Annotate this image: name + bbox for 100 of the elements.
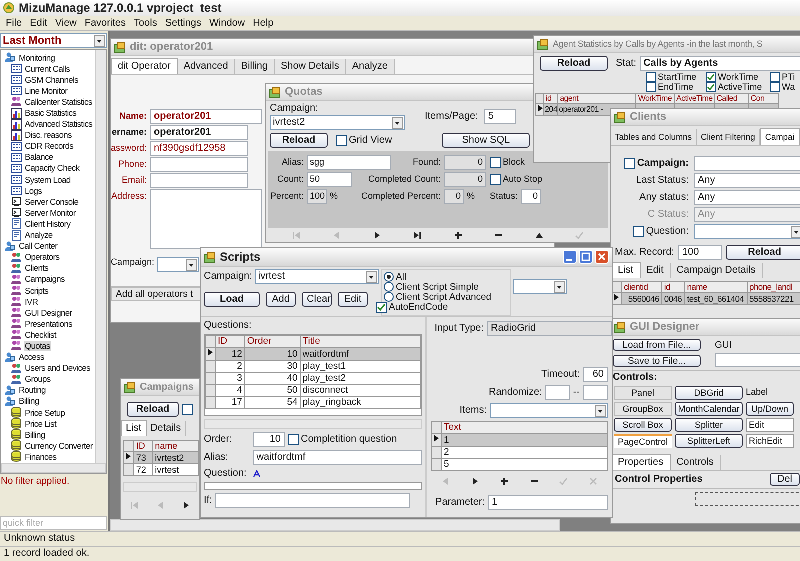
text-field[interactable]: 5: [484, 109, 516, 124]
close-icon[interactable]: [595, 250, 609, 264]
button[interactable]: Clear: [302, 292, 332, 307]
dropdown[interactable]: ivrtest2: [270, 115, 405, 130]
tree-item[interactable]: System Load: [24, 174, 72, 185]
column-header[interactable]: Called: [714, 94, 748, 104]
text-field[interactable]: 100: [307, 188, 327, 204]
button[interactable]: Reload: [127, 402, 179, 417]
text-field[interactable]: [150, 173, 248, 188]
tree-item[interactable]: Disc. reasons: [24, 130, 73, 140]
tree-item[interactable]: Advanced Statistics: [24, 119, 94, 130]
checkbox[interactable]: [770, 82, 780, 92]
tree-item[interactable]: Finances: [24, 452, 58, 462]
button[interactable]: Load from File...: [613, 339, 701, 351]
checkbox[interactable]: [646, 82, 656, 92]
palette-item[interactable]: Label: [746, 386, 794, 400]
text-field[interactable]: Any: [694, 190, 800, 205]
column-header[interactable]: WorkTime: [636, 94, 674, 104]
tree-item[interactable]: Capacity Check: [24, 163, 81, 174]
tree-item[interactable]: Monitoring: [18, 52, 56, 63]
tree-item[interactable]: Operators: [24, 252, 61, 262]
palette-item[interactable]: RichEdit: [746, 434, 794, 448]
tree-item[interactable]: Server Console: [24, 196, 80, 207]
tree-item[interactable]: Server Monitor: [24, 208, 77, 218]
column-header[interactable]: ID: [134, 440, 153, 452]
menu-item[interactable]: Edit: [26, 18, 52, 28]
row-indicator[interactable]: [432, 434, 442, 446]
caret-icon[interactable]: [392, 116, 403, 128]
tree-item[interactable]: Line Monitor: [24, 86, 69, 96]
tab[interactable]: Edit: [640, 263, 671, 278]
text-field[interactable]: operator201: [150, 125, 248, 140]
scrollbar[interactable]: [204, 419, 422, 429]
tree-item[interactable]: Campaigns: [24, 274, 66, 284]
maximize-icon[interactable]: [579, 250, 593, 264]
column-header[interactable]: Title: [300, 336, 420, 348]
tab[interactable]: Controls: [670, 455, 721, 470]
tree-item[interactable]: GUI Designer: [24, 308, 74, 318]
tab[interactable]: Analyze: [346, 59, 395, 74]
skip-end-icon[interactable]: [413, 230, 422, 240]
button[interactable]: Add: [266, 292, 296, 307]
checkbox[interactable]: [376, 302, 387, 313]
row-indicator[interactable]: [536, 104, 544, 116]
text-field[interactable]: 0: [444, 172, 486, 186]
triangle-right-icon[interactable]: [470, 476, 480, 486]
button[interactable]: Reload: [270, 133, 328, 148]
column-header[interactable]: name: [684, 282, 748, 292]
column-header[interactable]: Order: [244, 336, 300, 348]
column-header[interactable]: id: [662, 282, 685, 292]
text-field[interactable]: Calls by Agents: [640, 56, 800, 71]
menu-item[interactable]: Window: [205, 18, 250, 28]
tree-item[interactable]: Call Center: [18, 241, 59, 252]
row-indicator[interactable]: [206, 348, 216, 360]
tree-item[interactable]: Groups: [24, 374, 52, 384]
checkbox[interactable]: [633, 226, 644, 237]
text-field[interactable]: 60: [583, 367, 608, 382]
tree-item[interactable]: Routing: [18, 385, 47, 396]
palette-item[interactable]: GroupBox: [614, 402, 672, 416]
tree-item[interactable]: Price Setup: [24, 408, 66, 418]
tree-item[interactable]: Clients: [24, 263, 50, 274]
menu-item[interactable]: View: [51, 18, 81, 28]
checkbox[interactable]: [288, 434, 299, 445]
tree-item[interactable]: CDR Records: [24, 141, 75, 152]
caret-icon[interactable]: [186, 258, 197, 270]
text-field[interactable]: [545, 385, 570, 400]
triangle-up-icon[interactable]: [534, 230, 544, 240]
tree-item[interactable]: Billing: [24, 430, 46, 440]
tree-item[interactable]: GSM Channels: [24, 74, 80, 85]
palette-item[interactable]: Splitter: [675, 418, 743, 432]
dropdown[interactable]: Last Month: [0, 33, 107, 48]
text-field[interactable]: Any: [694, 173, 800, 188]
text-field[interactable]: [694, 156, 800, 171]
column-header[interactable]: id: [544, 94, 558, 104]
menu-item[interactable]: Settings: [161, 18, 206, 28]
quick-filter-field[interactable]: quick filter: [0, 516, 107, 530]
text-field[interactable]: [150, 157, 248, 172]
text-field[interactable]: 50: [307, 172, 352, 186]
tree-item[interactable]: IVR: [24, 296, 40, 307]
tree-item[interactable]: Client History: [24, 218, 72, 229]
text-field[interactable]: nf390gsdf12958: [150, 141, 248, 156]
tree-item[interactable]: Current Calls: [24, 64, 72, 74]
caret-icon[interactable]: [94, 34, 105, 46]
column-header[interactable]: name: [152, 440, 198, 452]
text-field[interactable]: 0: [444, 188, 464, 204]
text-field[interactable]: 0: [521, 188, 542, 204]
tree-item[interactable]: Billing: [18, 396, 40, 406]
text-field[interactable]: waitfordtmf: [252, 450, 422, 465]
triangle-right-icon[interactable]: [372, 230, 382, 240]
checkbox[interactable]: [490, 156, 501, 168]
text-area[interactable]: [204, 482, 422, 490]
palette-item[interactable]: SplitterLeft: [675, 434, 743, 448]
button[interactable]: Add all operators t: [111, 287, 203, 301]
checkbox[interactable]: [646, 72, 656, 82]
palette-item[interactable]: Up/Down: [746, 402, 794, 416]
tab[interactable]: dit Operator: [111, 58, 178, 74]
checkbox[interactable]: [336, 135, 347, 146]
button[interactable]: Show SQL: [442, 133, 530, 148]
tab[interactable]: List: [121, 420, 147, 436]
tree-item[interactable]: Currency Converter: [24, 440, 94, 451]
menu-item[interactable]: Help: [249, 18, 278, 28]
palette-item[interactable]: Edit: [746, 418, 794, 432]
